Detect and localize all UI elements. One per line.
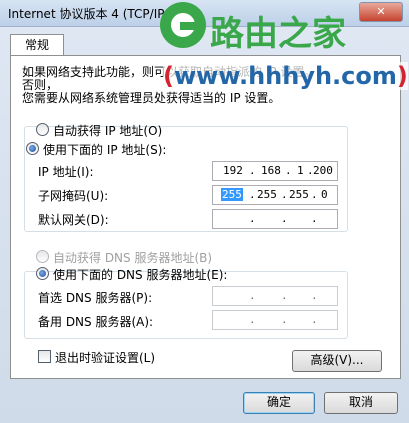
adns-dot-3: . <box>311 313 318 326</box>
alternate-dns-field[interactable]: . . . <box>212 310 338 330</box>
adns-dot-1: . <box>249 313 256 326</box>
description-line-2: 您需要从网络系统管理员处获得适当的 IP 设置。 <box>22 91 281 105</box>
auto-ip-label[interactable]: 自动获得 IP 地址(O) <box>53 122 162 139</box>
ip-address-label: IP 地址(I): <box>38 165 94 179</box>
watermark-url-text: www.hhhyh.com <box>173 62 397 90</box>
mask-dot-2: . <box>281 188 288 201</box>
gateway-field[interactable]: . . . <box>212 209 338 229</box>
auto-ip-radio[interactable] <box>36 123 49 136</box>
watermark-title: 路由之家 <box>210 14 346 54</box>
ip-address-field[interactable]: 192 . 168 . 1 . 200 <box>212 161 338 181</box>
manual-dns-label[interactable]: 使用下面的 DNS 服务器地址(E): <box>53 266 227 283</box>
auto-dns-label[interactable]: 自动获得 DNS 服务器地址(B) <box>53 249 212 266</box>
subnet-mask-field[interactable]: 255 . 255 . 255 . 0 <box>212 185 338 205</box>
window-title: Internet 协议版本 4 (TCP/IP <box>8 7 165 21</box>
window-controls: ✕ <box>357 2 403 22</box>
ip-octet-1: 192 <box>223 164 243 177</box>
tcpip-properties-dialog: Internet 协议版本 4 (TCP/IP ✕ 常规 如果网络支持此功能，则… <box>0 0 409 423</box>
gw-dot-2: . <box>281 212 288 225</box>
advanced-button[interactable]: 高级(V)... <box>292 350 382 372</box>
preferred-dns-field[interactable]: . . . <box>212 286 338 306</box>
watermark-url-open: ( <box>163 62 174 90</box>
alternate-dns-label: 备用 DNS 服务器(A): <box>38 315 154 329</box>
validate-checkbox[interactable] <box>38 350 51 363</box>
close-button[interactable]: ✕ <box>359 2 403 22</box>
manual-ip-radio[interactable] <box>26 142 39 155</box>
mask-dot-1: . <box>249 188 256 201</box>
ip-octet-2: 168 <box>261 164 281 177</box>
ip-octet-3: 1 <box>297 164 304 177</box>
mask-octet-3: 255 <box>289 188 309 201</box>
tab-general[interactable]: 常规 <box>10 34 64 57</box>
ip-octet-4: 200 <box>313 164 333 177</box>
ip-dot-2: . <box>285 164 292 177</box>
manual-dns-radio[interactable] <box>36 267 49 280</box>
auto-dns-radio[interactable] <box>36 250 49 263</box>
gateway-label: 默认网关(D): <box>38 213 109 227</box>
subnet-mask-label: 子网掩码(U): <box>38 189 109 203</box>
mask-dot-3: . <box>311 188 318 201</box>
gw-dot-3: . <box>311 212 318 225</box>
ip-dot-1: . <box>249 164 256 177</box>
validate-label[interactable]: 退出时验证设置(L) <box>55 349 155 366</box>
cancel-button[interactable]: 取消 <box>324 392 398 414</box>
adns-dot-2: . <box>281 313 288 326</box>
mask-octet-1: 255 <box>221 188 243 201</box>
gw-dot-1: . <box>249 212 256 225</box>
pdns-dot-1: . <box>249 289 256 302</box>
watermark-url-close: ) <box>396 62 408 90</box>
pdns-dot-3: . <box>311 289 318 302</box>
watermark-url: (www.hhhyh.com) <box>163 62 408 90</box>
mask-octet-4: 0 <box>321 188 328 201</box>
pdns-dot-2: . <box>281 289 288 302</box>
preferred-dns-label: 首选 DNS 服务器(P): <box>38 291 153 305</box>
ok-button[interactable]: 确定 <box>243 392 315 414</box>
watermark-logo-icon <box>160 2 206 48</box>
manual-ip-label[interactable]: 使用下面的 IP 地址(S): <box>43 141 166 158</box>
mask-octet-2: 255 <box>257 188 277 201</box>
